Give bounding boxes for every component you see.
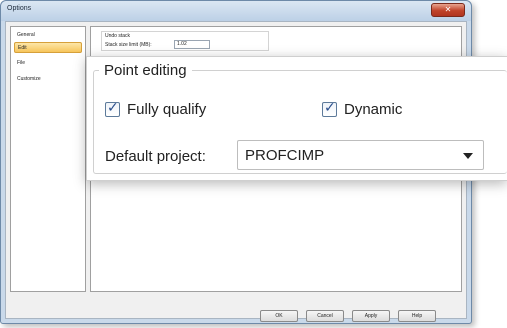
help-button[interactable]: Help xyxy=(398,310,436,322)
checkmark-icon: ✓ xyxy=(324,100,336,116)
default-project-value: PROFCIMP xyxy=(245,147,325,164)
title-bar[interactable]: Options ✕ xyxy=(1,1,471,21)
apply-button[interactable]: Apply xyxy=(352,310,390,322)
sidebar-item-edit[interactable]: Edit xyxy=(14,42,82,53)
dynamic-checkbox[interactable]: ✓ xyxy=(322,100,337,117)
sidebar-item-file[interactable]: File xyxy=(14,58,82,69)
chevron-down-icon[interactable] xyxy=(463,153,473,159)
fully-qualify-label[interactable]: Fully qualify xyxy=(127,101,206,118)
window-title: Options xyxy=(7,5,32,12)
stack-size-label: Stack size limit (MB): xyxy=(105,42,152,48)
point-editing-callout: Point editing ✓ Fully qualify ✓ Dynamic … xyxy=(86,56,507,181)
point-editing-title: Point editing xyxy=(99,62,192,79)
category-list: General Edit File Customize xyxy=(10,26,86,292)
ok-button[interactable]: OK xyxy=(260,310,298,322)
checkmark-icon: ✓ xyxy=(107,100,119,116)
default-project-label: Default project: xyxy=(105,148,206,165)
sidebar-item-customize[interactable]: Customize xyxy=(14,74,82,85)
sidebar-item-general[interactable]: General xyxy=(14,30,82,41)
default-project-select[interactable]: PROFCIMP xyxy=(237,140,484,170)
undo-stack-title: Undo stack xyxy=(105,33,131,39)
fully-qualify-checkbox[interactable]: ✓ xyxy=(105,100,120,117)
stack-size-input[interactable]: 1.02 xyxy=(174,40,210,49)
close-icon: ✕ xyxy=(444,5,452,14)
cancel-button[interactable]: Cancel xyxy=(306,310,344,322)
close-button[interactable]: ✕ xyxy=(431,3,465,17)
dynamic-label[interactable]: Dynamic xyxy=(344,101,402,118)
undo-stack-group: Undo stack Stack size limit (MB): 1.02 xyxy=(101,31,269,51)
